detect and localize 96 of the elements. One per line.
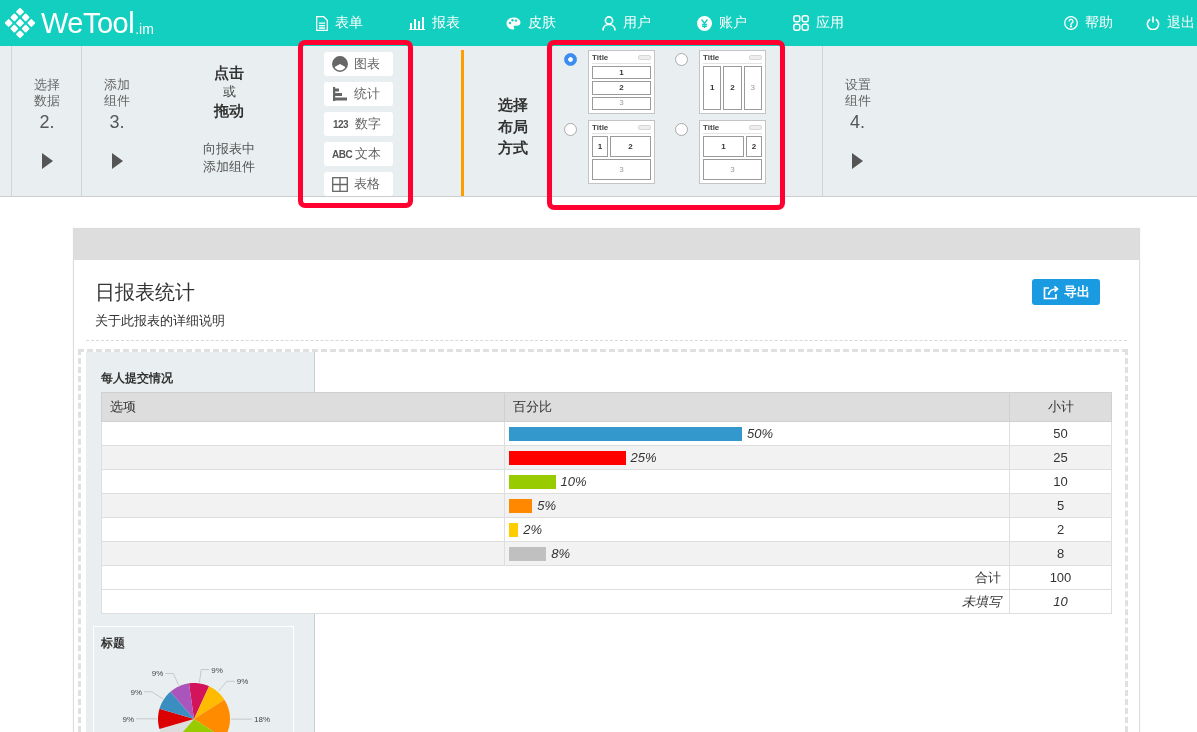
layout-panel: 2 bbox=[746, 136, 762, 157]
table-cell: 5 bbox=[1009, 493, 1112, 518]
table-cell: 25 bbox=[1009, 445, 1112, 470]
layout-radio[interactable] bbox=[675, 123, 688, 136]
percentage-label: 50% bbox=[747, 426, 774, 441]
pill-icon bbox=[638, 55, 651, 60]
layout-panel: 2 bbox=[592, 81, 651, 95]
layout-panel: 1 bbox=[703, 66, 722, 110]
triangle-icon bbox=[111, 153, 123, 169]
table-cell: 8 bbox=[1009, 541, 1112, 566]
component-button[interactable]: 表格 bbox=[324, 172, 393, 196]
pie-chart-icon bbox=[332, 56, 348, 72]
percentage-label: 2% bbox=[523, 522, 543, 537]
data-label: 9% bbox=[130, 687, 142, 697]
user-icon bbox=[602, 15, 616, 31]
layout-panel: 1 bbox=[703, 136, 744, 157]
data-label: 9% bbox=[122, 714, 134, 724]
layout-panel: 2 bbox=[723, 66, 742, 110]
instruction-text: 或 bbox=[222, 83, 236, 101]
help-icon bbox=[1064, 16, 1078, 30]
layout-panel: 1 bbox=[592, 66, 651, 80]
widget-title: 每人提交情况 bbox=[101, 371, 173, 385]
power-icon bbox=[1146, 16, 1160, 30]
percentage-label: 10% bbox=[560, 474, 587, 489]
step-number: 3. bbox=[109, 111, 125, 133]
table-cell: 10 bbox=[1009, 469, 1112, 494]
step-number: 4. bbox=[850, 111, 865, 133]
layout-panel: 2 bbox=[610, 136, 651, 157]
horizontal-bars-icon bbox=[332, 86, 348, 102]
document-icon bbox=[316, 15, 328, 31]
layout-thumbnail[interactable]: Title 1 2 3 bbox=[588, 120, 655, 184]
layout-label: 选择布局方式 bbox=[498, 95, 528, 158]
chart-title: 标题 bbox=[100, 635, 126, 651]
table-cell: 50 bbox=[1009, 421, 1112, 446]
column-header: 选项 bbox=[101, 392, 505, 422]
table-cell: 合计 bbox=[101, 565, 1010, 590]
triangle-icon bbox=[41, 153, 53, 169]
data-label: 18% bbox=[254, 715, 270, 725]
data-label: 9% bbox=[236, 677, 249, 687]
data-label: 9% bbox=[211, 665, 223, 675]
palette-icon bbox=[506, 16, 521, 30]
column-header: 小计 bbox=[1009, 392, 1112, 422]
instruction-text: 拖动 bbox=[214, 101, 244, 121]
layout-radio[interactable] bbox=[675, 53, 688, 66]
leader-line bbox=[198, 669, 210, 683]
table-icon bbox=[332, 176, 348, 192]
percentage-label: 25% bbox=[630, 450, 657, 465]
bar-chart-icon bbox=[409, 16, 425, 30]
thumbnail-title: Title bbox=[592, 123, 609, 132]
layout-thumbnail[interactable]: Title 1 2 3 bbox=[699, 120, 766, 184]
layout-radio[interactable] bbox=[564, 53, 577, 66]
layout-panel: 3 bbox=[703, 159, 762, 180]
thumbnail-title: Title bbox=[703, 53, 720, 62]
instruction-note: 向报表中添加组件 bbox=[203, 140, 255, 176]
logo-wordmark: WeTool bbox=[41, 6, 135, 40]
glyph-icon: 123 bbox=[332, 118, 349, 130]
step-label: 设置组件 bbox=[844, 77, 871, 109]
report-description: 关于此报表的详细说明 bbox=[95, 313, 225, 329]
table-cell: 100 bbox=[1009, 565, 1112, 590]
table-cell: 2 bbox=[1009, 517, 1112, 542]
step-number: 2. bbox=[39, 111, 55, 133]
logo-suffix: .im bbox=[135, 21, 154, 37]
logo-icon bbox=[3, 6, 37, 40]
pill-icon bbox=[749, 55, 762, 60]
leader-line bbox=[217, 680, 236, 692]
layout-panel: 3 bbox=[592, 96, 651, 110]
layout-panel: 3 bbox=[743, 66, 762, 110]
step-label: 选择数据 bbox=[34, 77, 60, 109]
table-cell: 10 bbox=[1009, 589, 1112, 614]
component-button[interactable]: ABC 文本 bbox=[324, 142, 393, 166]
layout-panel: 3 bbox=[592, 159, 651, 180]
thumbnail-title: Title bbox=[592, 53, 609, 62]
layout-thumbnail[interactable]: Title 1 2 3 bbox=[588, 50, 655, 114]
triangle-icon bbox=[852, 153, 863, 169]
percentage-label: 5% bbox=[537, 498, 557, 513]
data-label: 9% bbox=[151, 669, 164, 679]
layout-radio[interactable] bbox=[564, 123, 577, 136]
report-title: 日报表统计 bbox=[95, 280, 196, 305]
layout-panel: 1 bbox=[592, 136, 608, 157]
pill-icon bbox=[749, 125, 762, 130]
component-button[interactable]: 图表 bbox=[324, 52, 393, 76]
column-header: 百分比 bbox=[504, 392, 1010, 422]
share-icon bbox=[1042, 284, 1060, 300]
component-button[interactable]: 123 数字 bbox=[324, 112, 393, 136]
percentage-label: 8% bbox=[551, 546, 571, 561]
component-button[interactable]: 统计 bbox=[324, 82, 393, 106]
leader-line bbox=[164, 672, 180, 686]
instruction-text: 点击 bbox=[214, 63, 244, 83]
table-cell: 未填写 bbox=[101, 589, 1010, 614]
yen-coin-icon bbox=[697, 15, 712, 31]
pill-icon bbox=[638, 125, 651, 130]
thumbnail-title: Title bbox=[703, 123, 720, 132]
step-label: 添加组件 bbox=[104, 77, 130, 109]
grid-icon bbox=[793, 15, 809, 31]
layout-thumbnail[interactable]: Title 1 2 3 bbox=[699, 50, 766, 114]
leader-line bbox=[143, 691, 164, 700]
